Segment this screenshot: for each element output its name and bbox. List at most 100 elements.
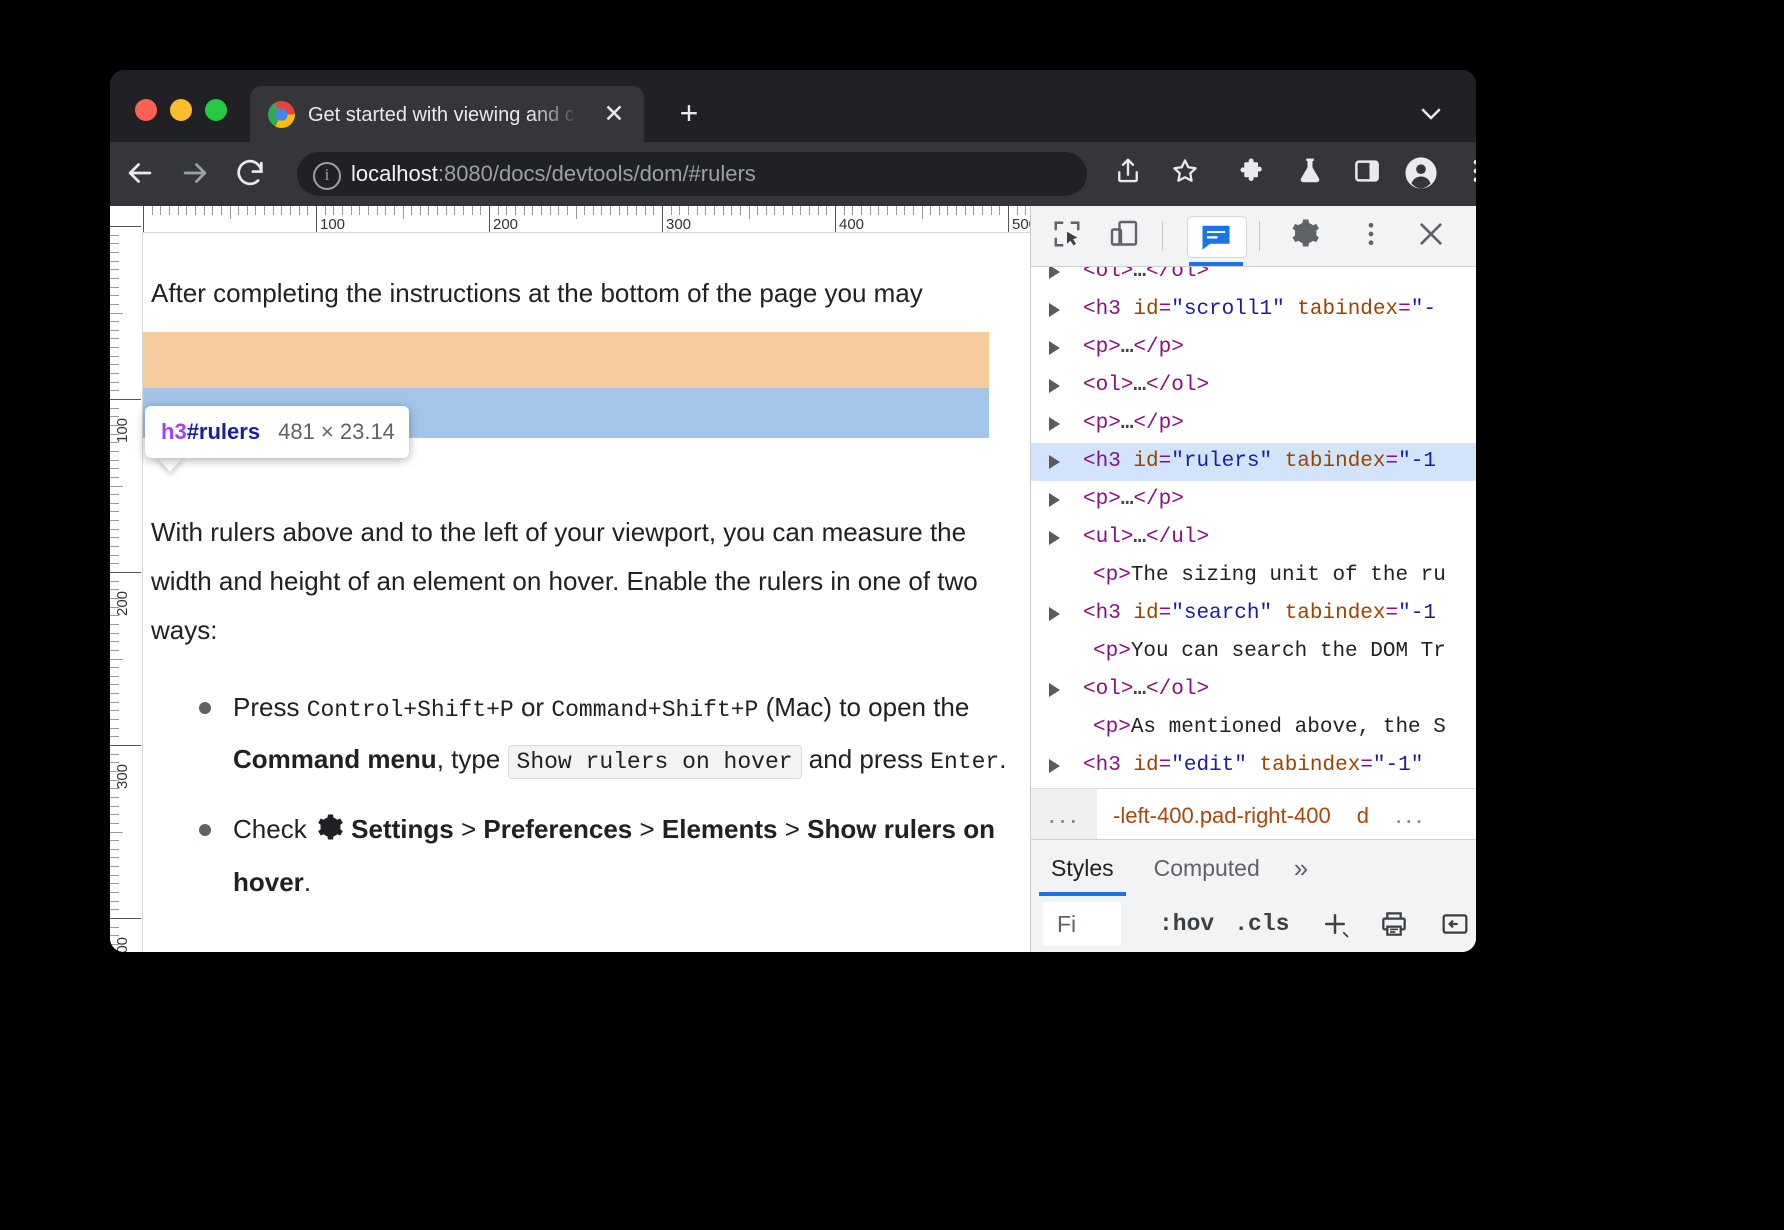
dom-node[interactable]: <ol>…</ol> <box>1031 367 1476 405</box>
new-style-rule-button[interactable] <box>1313 902 1356 946</box>
window-close-button[interactable] <box>135 99 157 121</box>
chevron-more-icon[interactable]: » <box>1280 853 1322 884</box>
dom-tree[interactable]: <ol>…</ol> <h3 id="scroll1" tabindex="- <p… <box>1031 267 1476 788</box>
gear-icon[interactable] <box>1287 216 1327 256</box>
expand-arrow-icon[interactable] <box>1049 607 1060 621</box>
list-text: . <box>999 744 1006 774</box>
breadcrumb-selector: -left-400.pad-right-400 <box>1113 803 1331 828</box>
tab-styles[interactable]: Styles <box>1031 840 1134 896</box>
expand-arrow-icon[interactable] <box>1049 531 1060 545</box>
tab-computed[interactable]: Computed <box>1134 840 1280 896</box>
dom-node[interactable]: <h3 id="scroll1" tabindex="- <box>1031 291 1476 329</box>
expand-arrow-icon[interactable] <box>1049 341 1060 355</box>
ruler-horizontal: 100200300400500 <box>110 206 1030 233</box>
element-tooltip: h3#rulers 481 × 23.14 <box>145 406 409 458</box>
toolbar-divider <box>1162 221 1163 251</box>
three-dot-menu-icon[interactable] <box>1351 216 1391 256</box>
dom-node-text: <ul>…</ul> <box>1083 526 1209 549</box>
dom-node-text: <h3 id="rulers" tabindex="-1 <box>1083 450 1436 473</box>
address-bar[interactable]: i localhost:8080/docs/devtools/dom/#rule… <box>297 152 1087 196</box>
shortcut-control-shift-p: Control+Shift+P <box>307 697 514 723</box>
expand-arrow-icon[interactable] <box>1049 493 1060 507</box>
tooltip-arrow <box>156 456 184 472</box>
shortcut-command-shift-p: Command+Shift+P <box>551 697 758 723</box>
expand-arrow-icon[interactable] <box>1049 267 1060 279</box>
ruler-label-100: 100 <box>320 216 345 233</box>
device-toolbar-icon[interactable] <box>1106 216 1146 256</box>
tab-strip: Get started with viewing and ch ✕ + <box>110 70 1476 142</box>
dom-node[interactable]: <p>You can search the DOM Tr <box>1031 633 1476 671</box>
dom-node[interactable]: <h3 id="edit" tabindex="-1" <box>1031 747 1476 785</box>
dom-node[interactable]: <p>The sizing unit of the ru <box>1031 557 1476 595</box>
dom-node-text: <ol>…</ol> <box>1083 267 1209 283</box>
chevron-down-icon[interactable] <box>1416 98 1446 128</box>
window-minimize-button[interactable] <box>170 99 192 121</box>
print-media-icon[interactable] <box>1372 902 1415 946</box>
browser-tab[interactable]: Get started with viewing and ch ✕ <box>250 86 644 142</box>
breadcrumb-next: d <box>1357 803 1369 828</box>
url-path: :8080/docs/devtools/dom/#rulers <box>438 161 756 186</box>
expand-arrow-icon[interactable] <box>1049 683 1060 697</box>
dom-node-text: <h3 id="edit" tabindex="-1" <box>1083 754 1423 777</box>
dom-node-text: <ol>…</ol> <box>1083 678 1209 701</box>
person-icon[interactable] <box>1403 156 1439 192</box>
breadcrumb-path[interactable]: -left-400.pad-right-400 d... <box>1113 799 1426 830</box>
list-item: Press Control+Shift+P or Command+Shift+P… <box>151 683 1011 787</box>
breadcrumb-tail: ... <box>1395 799 1426 829</box>
console-tab-indicator <box>1189 262 1243 266</box>
hov-button[interactable]: :hov <box>1149 911 1224 937</box>
share-icon[interactable] <box>1110 156 1146 192</box>
forward-button[interactable] <box>177 156 213 192</box>
padding-highlight-overlay <box>143 332 989 388</box>
back-button[interactable] <box>122 156 158 192</box>
rendered-page: 100200300400500 100200300400 After compl… <box>110 206 1030 952</box>
new-tab-button[interactable]: + <box>670 94 708 132</box>
list-text: > <box>632 814 662 844</box>
dom-node[interactable]: <h3 id="search" tabindex="-1 <box>1031 595 1476 633</box>
flask-icon[interactable] <box>1292 156 1328 192</box>
three-dot-menu-icon[interactable] <box>1458 156 1476 192</box>
dom-node[interactable]: <ol>…</ol> <box>1031 267 1476 291</box>
list-text: and press <box>802 744 931 774</box>
console-drawer-icon[interactable] <box>1187 216 1247 258</box>
star-icon[interactable] <box>1167 156 1203 192</box>
ways-list: Press Control+Shift+P or Command+Shift+P… <box>151 683 1011 925</box>
reload-button[interactable] <box>232 156 268 192</box>
breadcrumb-more-button[interactable]: ... <box>1031 789 1097 839</box>
list-text: > <box>454 814 484 844</box>
toggle-sidebar-icon[interactable] <box>1433 902 1476 946</box>
expand-arrow-icon[interactable] <box>1049 303 1060 317</box>
dom-node-text: <ol>…</ol> <box>1083 374 1209 397</box>
puzzle-icon[interactable] <box>1235 156 1271 192</box>
expand-arrow-icon[interactable] <box>1049 455 1060 469</box>
toolbar-divider <box>1259 221 1260 251</box>
breadcrumb: ... -left-400.pad-right-400 d... <box>1031 788 1476 839</box>
cls-button[interactable]: .cls <box>1224 911 1299 937</box>
dom-node[interactable]: <p>…</p> <box>1031 481 1476 519</box>
dom-node[interactable]: <p>…</p> <box>1031 329 1476 367</box>
dom-node[interactable]: <ol>…</ol> <box>1031 671 1476 709</box>
expand-arrow-icon[interactable] <box>1049 759 1060 773</box>
preferences-label: Preferences <box>483 814 632 844</box>
expand-arrow-icon[interactable] <box>1049 417 1060 431</box>
tooltip-dimensions: 481 × 23.14 <box>278 419 395 445</box>
side-panel-icon[interactable] <box>1349 156 1385 192</box>
tab-title: Get started with viewing and ch <box>308 102 573 128</box>
dom-node[interactable]: <p>As mentioned above, the S <box>1031 709 1476 747</box>
close-icon[interactable] <box>1413 216 1453 256</box>
dom-node[interactable]: <h3 id="rulers" tabindex="-1 <box>1031 443 1476 481</box>
dom-node-text: <h3 id="scroll1" tabindex="- <box>1083 298 1436 321</box>
expand-arrow-icon[interactable] <box>1049 379 1060 393</box>
filter-input[interactable] <box>1043 902 1121 946</box>
inspect-cursor-icon[interactable] <box>1049 216 1089 256</box>
dom-node-text: <p>As mentioned above, the S <box>1093 716 1446 739</box>
list-text: . <box>304 867 311 897</box>
dom-node-text: <p>…</p> <box>1083 336 1184 359</box>
dom-node[interactable]: <p>…</p> <box>1031 405 1476 443</box>
window-maximize-button[interactable] <box>205 99 227 121</box>
dom-node[interactable]: <ul>…</ul> <box>1031 519 1476 557</box>
site-info-icon[interactable]: i <box>313 162 341 190</box>
ruler-label-200: 200 <box>493 216 518 233</box>
close-icon[interactable]: ✕ <box>600 100 628 128</box>
tooltip-tag: h3 <box>161 419 187 444</box>
